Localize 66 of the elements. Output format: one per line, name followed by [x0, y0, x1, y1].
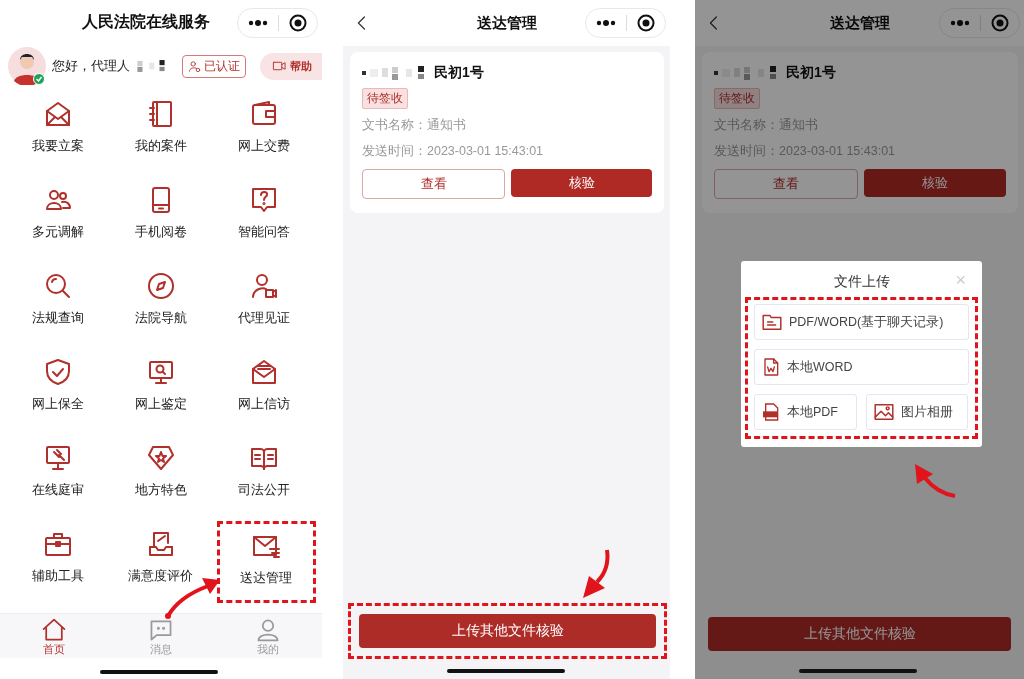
- service-item[interactable]: 地方特色: [135, 442, 187, 499]
- upload-button[interactable]: 上传其他文件核验: [708, 617, 1011, 651]
- field-label: 文书名称：: [714, 118, 779, 132]
- app-title: 人民法院在线服务: [81, 12, 210, 33]
- tab[interactable]: 首页: [13, 613, 94, 658]
- service-item[interactable]: 满意度评价: [128, 528, 194, 585]
- status-tag: 待签收: [714, 88, 760, 109]
- upload-option[interactable]: 本地PDF: [754, 394, 857, 430]
- case-number: 民初1号: [786, 64, 836, 82]
- service-item[interactable]: 我的案件: [135, 98, 187, 155]
- upload-option[interactable]: 图片相册: [865, 394, 968, 430]
- verified-badge: 已认证: [182, 54, 246, 78]
- field-label: 发送时间：: [362, 144, 427, 158]
- help-button[interactable]: 帮助: [260, 52, 322, 80]
- video-icon: [272, 59, 286, 73]
- close-mini-program-icon: [289, 13, 307, 32]
- verify-button[interactable]: 核验: [511, 169, 652, 197]
- service-item[interactable]: 网上信访: [238, 356, 291, 413]
- case-number: 民初1号: [434, 64, 484, 82]
- document-name: 通知书: [779, 118, 818, 132]
- upload-option[interactable]: 本地WORD: [754, 349, 969, 385]
- service-item[interactable]: 司法公开: [238, 442, 291, 499]
- status-tag: 待签收: [362, 88, 408, 109]
- compass-icon: [146, 270, 176, 301]
- send-time: 2023-03-01 15:43:01: [779, 144, 896, 158]
- service-item[interactable]: 多元调解: [31, 184, 84, 241]
- dialog-title: 文件上传: [833, 273, 890, 291]
- verify-button[interactable]: 核验: [864, 169, 1006, 197]
- more-icon: [950, 20, 970, 26]
- capsule-menu[interactable]: [585, 8, 666, 38]
- image-icon: [872, 401, 895, 423]
- view-button[interactable]: 查看: [362, 169, 505, 199]
- person-badge-icon: [188, 59, 201, 73]
- send-time: 2023-03-01 15:43:01: [427, 144, 544, 158]
- service-item[interactable]: 网上交费: [238, 98, 291, 155]
- word-file-icon: [761, 357, 781, 377]
- page-title: 送达管理: [476, 13, 537, 33]
- service-item[interactable]: 手机阅卷: [135, 184, 187, 241]
- home-icon: [40, 616, 67, 643]
- service-item[interactable]: 网上保全: [31, 356, 84, 413]
- field-label: 发送时间：: [714, 144, 779, 158]
- service-item[interactable]: 网上鉴定: [135, 356, 187, 413]
- capsule-menu[interactable]: [939, 8, 1020, 38]
- more-icon: [596, 20, 616, 26]
- service-item[interactable]: 智能问答: [238, 184, 291, 241]
- close-mini-program-icon: [991, 14, 1009, 32]
- pdf-file-icon: [761, 402, 781, 422]
- service-item[interactable]: 送达管理: [240, 530, 293, 587]
- service-item[interactable]: 法院导航: [135, 270, 187, 327]
- service-item[interactable]: 代理见证: [238, 270, 291, 327]
- upload-option[interactable]: PDF/WORD(基于聊天记录): [754, 304, 969, 340]
- field-label: 文书名称：: [362, 118, 427, 132]
- page-title: 送达管理: [829, 13, 890, 33]
- service-item[interactable]: 在线庭审: [31, 442, 84, 499]
- document-name: 通知书: [427, 118, 466, 132]
- service-item[interactable]: 我要立案: [31, 98, 84, 155]
- more-icon: [248, 19, 268, 26]
- upload-button[interactable]: 上传其他文件核验: [359, 614, 656, 648]
- avatar: [8, 47, 46, 85]
- redaction-mosaic: [134, 58, 168, 74]
- service-item[interactable]: 辅助工具: [31, 528, 84, 585]
- view-button[interactable]: 查看: [714, 169, 858, 199]
- close-mini-program-icon: [637, 14, 655, 32]
- greeting-text: 您好，代理人: [52, 57, 130, 75]
- service-item[interactable]: 法规查询: [31, 270, 84, 327]
- capsule-menu[interactable]: [237, 7, 318, 38]
